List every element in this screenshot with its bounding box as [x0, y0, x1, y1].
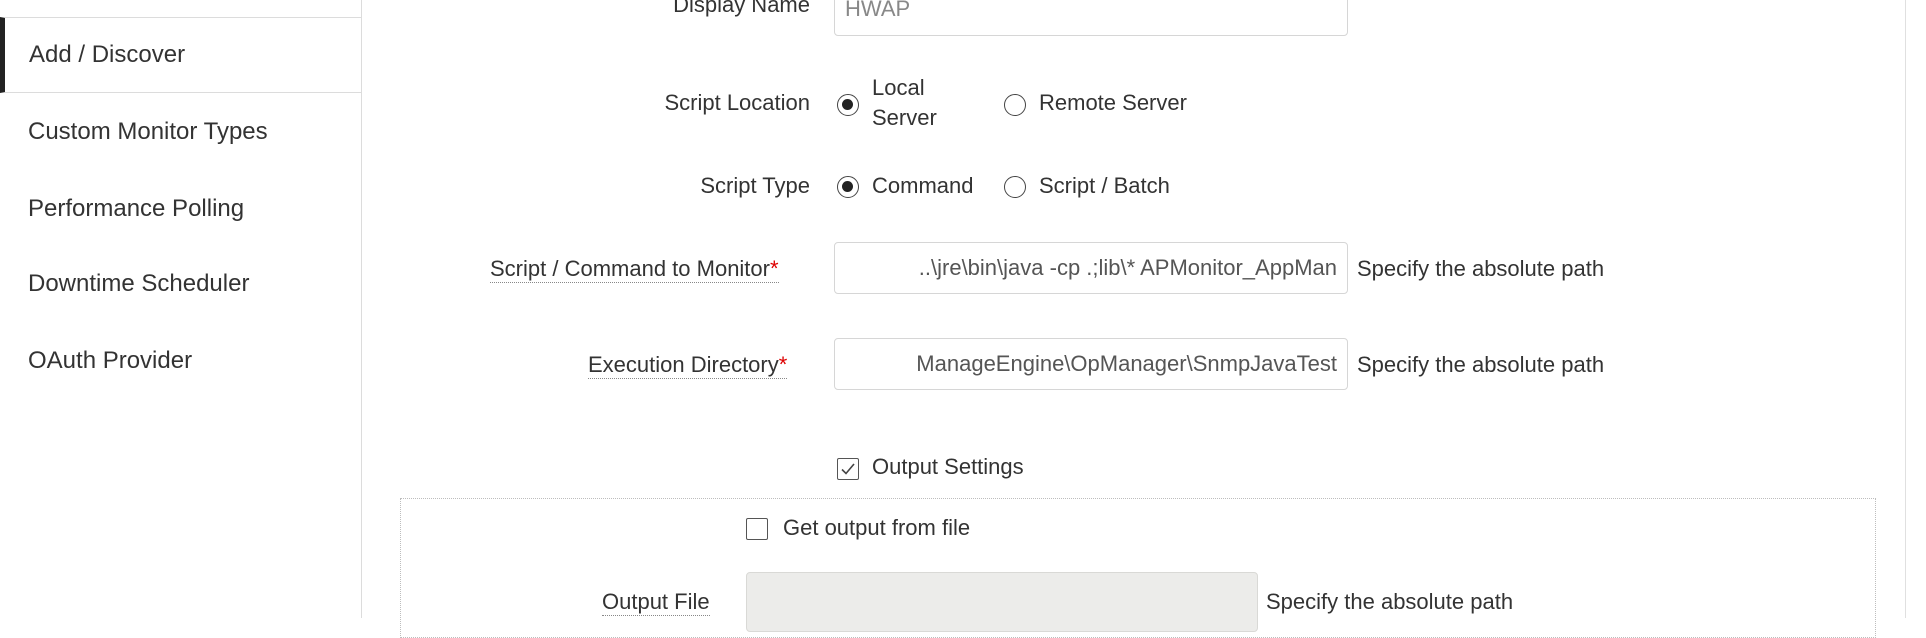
output-file-hint: Specify the absolute path: [1266, 589, 1514, 614]
output-file-input[interactable]: [746, 572, 1258, 632]
get-output-from-file-label: Get output from file: [783, 515, 971, 540]
get-output-from-file-checkbox[interactable]: [746, 518, 768, 540]
sidebar-item-label: Custom Monitor Types: [28, 118, 268, 145]
command-label: Command: [872, 173, 974, 198]
sidebar-item-label: Downtime Scheduler: [28, 270, 250, 297]
sidebar-item-label: OAuth Provider: [28, 347, 193, 374]
sidebar: Add / Discover Custom Monitor Types Perf…: [0, 0, 362, 618]
display-name-input[interactable]: HWAP: [834, 0, 1348, 36]
local-server-radio[interactable]: [837, 94, 859, 116]
sidebar-item-downtime-scheduler[interactable]: Downtime Scheduler: [0, 246, 361, 322]
output-file-label: Output File: [602, 589, 710, 616]
sidebar-item-label: Performance Polling: [28, 195, 245, 222]
script-command-label: Script / Command to Monitor*: [490, 256, 779, 283]
sidebar-item-oauth-provider[interactable]: OAuth Provider: [0, 323, 361, 399]
script-batch-radio[interactable]: [1004, 176, 1026, 198]
sidebar-item-label: Add / Discover: [29, 41, 186, 68]
sidebar-item-performance-polling[interactable]: Performance Polling: [0, 171, 361, 247]
panel-border: [1905, 0, 1906, 618]
command-radio[interactable]: [837, 176, 859, 198]
sidebar-item-add-discover[interactable]: Add / Discover: [0, 17, 361, 93]
display-name-label: Display Name: [673, 0, 810, 17]
script-location-label: Script Location: [664, 90, 810, 115]
checkmark-icon: [841, 463, 855, 475]
local-server-label: Local Server: [872, 75, 937, 130]
sidebar-item-custom-monitor-types[interactable]: Custom Monitor Types: [0, 94, 361, 170]
execution-directory-label: Execution Directory*: [588, 352, 788, 379]
output-settings-checkbox[interactable]: [837, 458, 859, 480]
script-type-label: Script Type: [700, 173, 810, 198]
remote-server-label: Remote Server: [1039, 90, 1187, 115]
script-command-hint: Specify the absolute path: [1357, 256, 1605, 281]
remote-server-radio[interactable]: [1004, 94, 1026, 116]
output-settings-label: Output Settings: [872, 454, 1024, 479]
script-command-input[interactable]: ..\jre\bin\java -cp .;lib\* APMonitor_Ap…: [834, 242, 1348, 294]
execution-directory-hint: Specify the absolute path: [1357, 352, 1605, 377]
script-batch-label: Script / Batch: [1039, 173, 1170, 198]
execution-directory-input[interactable]: ManageEngine\OpManager\SnmpJavaTest: [834, 338, 1348, 390]
